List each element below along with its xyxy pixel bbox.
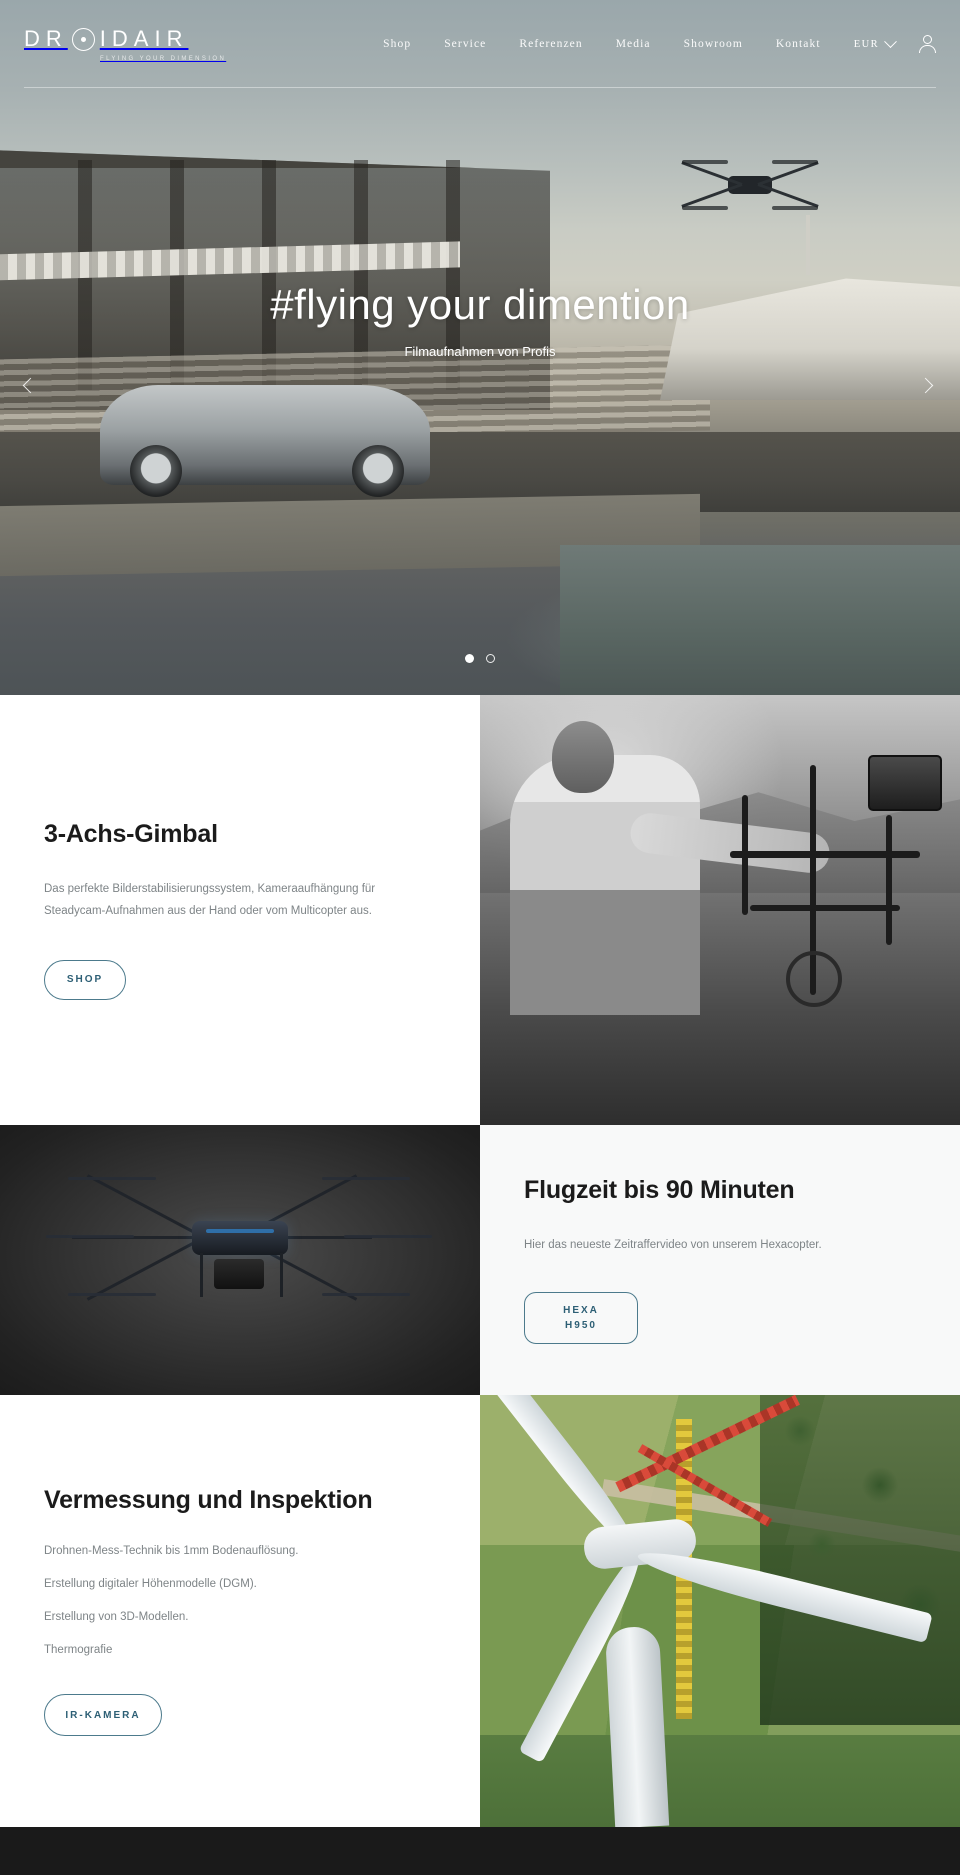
nav-item-media[interactable]: Media <box>616 38 651 50</box>
main-navigation: Shop Service Referenzen Media Showroom K… <box>350 38 854 50</box>
hero-decor-car <box>100 385 430 497</box>
gimbal-text-panel: 3-Achs-Gimbal Das perfekte Bilderstabili… <box>0 695 480 1125</box>
hero-decor-water <box>560 545 960 695</box>
currency-selector[interactable]: EUR <box>853 34 897 50</box>
shop-button[interactable]: SHOP <box>44 959 126 1000</box>
hero-carousel[interactable]: DR IDAIR FLYING YOUR DIMENSION Shop Serv… <box>0 0 960 695</box>
vermessung-text-panel: Vermessung und Inspektion Drohnen-Mess-T… <box>0 1395 480 1827</box>
nav-item-referenzen[interactable]: Referenzen <box>519 38 582 50</box>
nav-item-kontakt[interactable]: Kontakt <box>776 38 821 50</box>
list-item: Erstellung digitaler Höhenmodelle (DGM). <box>44 1578 257 1590</box>
page-root: DR IDAIR FLYING YOUR DIMENSION Shop Serv… <box>0 0 960 1875</box>
nav-item-service[interactable]: Service <box>444 38 486 50</box>
section-row-hexacopter: Flugzeit bis 90 Minuten Hier das neueste… <box>0 1125 960 1395</box>
hexacopter-title: Flugzeit bis 90 Minuten <box>524 1175 795 1204</box>
carousel-next-button[interactable] <box>916 373 942 399</box>
gimbal-title: 3-Achs-Gimbal <box>44 820 218 849</box>
hexacopter-text-panel: Flugzeit bis 90 Minuten Hier das neueste… <box>480 1125 960 1395</box>
carousel-prev-button[interactable] <box>18 373 44 399</box>
site-header: DR IDAIR FLYING YOUR DIMENSION Shop Serv… <box>0 0 960 88</box>
nav-item-showroom[interactable]: Showroom <box>684 38 743 50</box>
carousel-dots <box>0 654 960 663</box>
vermessung-list: Drohnen-Mess-Technik bis 1mm Bodenauflös… <box>44 1545 436 1656</box>
ir-kamera-button[interactable]: IR-KAMERA <box>44 1694 162 1736</box>
hero-title: #flying your dimention <box>270 281 690 328</box>
vermessung-title: Vermessung und Inspektion <box>44 1486 373 1514</box>
logo-text-right: IDAIR <box>99 26 189 51</box>
hexa-button-line2: H950 <box>565 1320 597 1332</box>
list-item: Drohnen-Mess-Technik bis 1mm Bodenauflös… <box>44 1545 299 1557</box>
carousel-dot-2[interactable] <box>486 654 495 663</box>
site-footer <box>0 1827 960 1875</box>
hero-subtitle: Filmaufnahmen von Profis <box>404 344 556 360</box>
hexa-h950-button[interactable]: HEXA H950 <box>524 1292 638 1345</box>
header-utilities: EUR <box>853 34 936 53</box>
carousel-dot-1[interactable] <box>465 654 474 663</box>
logo-ring-icon <box>71 27 95 51</box>
logo-text-left: DR <box>24 26 68 51</box>
hero-caption: #flying your dimention Filmaufnahmen von… <box>0 281 960 360</box>
gimbal-photo <box>480 695 960 1125</box>
chevron-down-icon <box>884 34 897 48</box>
nav-item-shop[interactable]: Shop <box>383 38 411 50</box>
currency-value: EUR <box>853 38 879 50</box>
section-row-vermessung: Vermessung und Inspektion Drohnen-Mess-T… <box>0 1395 960 1827</box>
site-logo[interactable]: DR IDAIR FLYING YOUR DIMENSION <box>24 26 254 62</box>
user-icon[interactable] <box>919 35 936 53</box>
gimbal-body: Das perfekte Bilderstabilisierungssystem… <box>44 883 376 917</box>
list-item: Thermografie <box>44 1644 113 1656</box>
list-item: Erstellung von 3D-Modellen. <box>44 1611 189 1623</box>
hexa-button-line1: HEXA <box>563 1305 599 1317</box>
section-row-gimbal: 3-Achs-Gimbal Das perfekte Bilderstabili… <box>0 695 960 1125</box>
vermessung-photo <box>480 1395 960 1827</box>
logo-tagline: FLYING YOUR DIMENSION <box>100 56 227 62</box>
drone-icon <box>680 150 820 228</box>
hexacopter-body: Hier das neueste Zeitraffervideo von uns… <box>524 1238 822 1251</box>
hexacopter-photo <box>0 1125 480 1395</box>
header-divider <box>24 87 936 88</box>
